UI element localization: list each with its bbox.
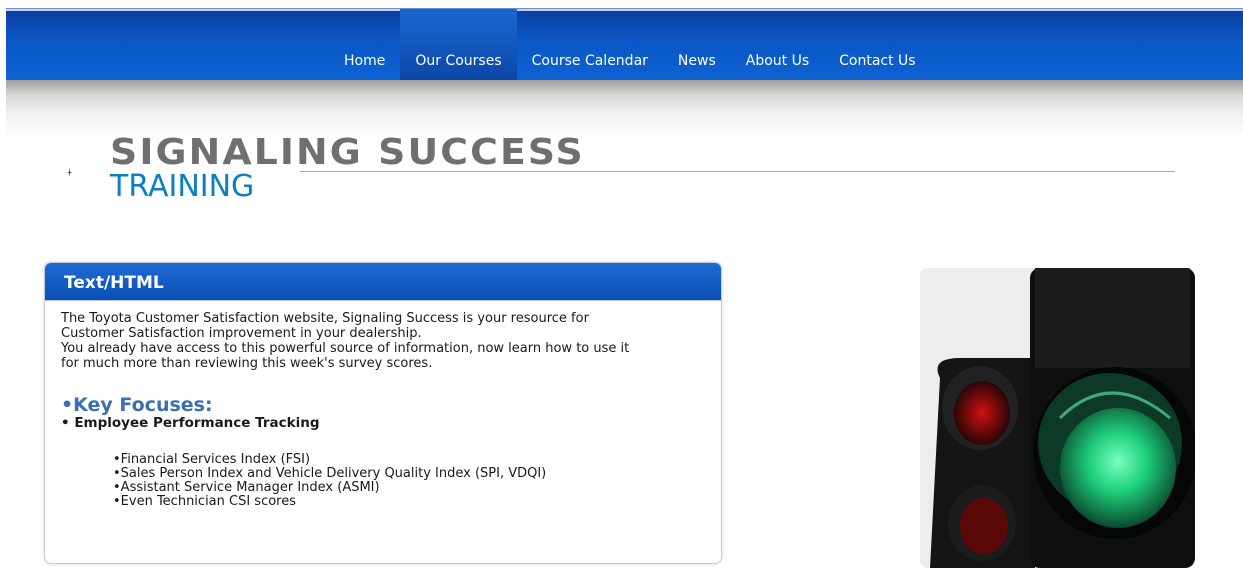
logo-subtitle: TRAINING (110, 169, 255, 204)
list-item: Even Technician CSI scores (113, 495, 705, 509)
index-list: Financial Services Index (FSI) Sales Per… (113, 453, 705, 509)
nav-item-contact-us[interactable]: Contact Us (824, 9, 930, 81)
list-item: Financial Services Index (FSI) (113, 453, 705, 467)
list-item: Sales Person Index and Vehicle Delivery … (113, 467, 705, 481)
nav-item-home[interactable]: Home (329, 9, 400, 81)
nav-item-about-us[interactable]: About Us (731, 9, 824, 81)
nav-item-news[interactable]: News (663, 9, 731, 81)
nav-item-our-courses[interactable]: Our Courses (400, 9, 517, 81)
access-paragraph-line1: You already have access to this powerful… (61, 341, 630, 356)
panel-body: The Toyota Customer Satisfaction website… (45, 301, 721, 519)
intro-paragraph-line2: Customer Satisfaction improvement in you… (61, 326, 422, 341)
content-panel: Text/HTML The Toyota Customer Satisfacti… (44, 262, 722, 564)
traffic-light-image (920, 268, 1195, 568)
nav-shadow (6, 80, 1243, 140)
list-item: Assistant Service Manager Index (ASMI) (113, 481, 705, 495)
nav-item-course-calendar[interactable]: Course Calendar (517, 9, 663, 81)
traffic-light-icon (920, 268, 1195, 568)
key-focuses-heading: •Key Focuses: (61, 394, 213, 416)
panel-title: Text/HTML (45, 263, 721, 301)
nav-menu: Home Our Courses Course Calendar News Ab… (329, 9, 931, 81)
intro-paragraph-line1: The Toyota Customer Satisfaction website… (61, 311, 589, 326)
logo-title: SIGNALING SUCCESS (110, 132, 585, 173)
access-paragraph-line2: for much more than reviewing this week's… (61, 356, 433, 371)
top-navigation-bar: Home Our Courses Course Calendar News Ab… (6, 8, 1243, 81)
focus-item-employee-tracking: • Employee Performance Tracking (61, 415, 320, 431)
